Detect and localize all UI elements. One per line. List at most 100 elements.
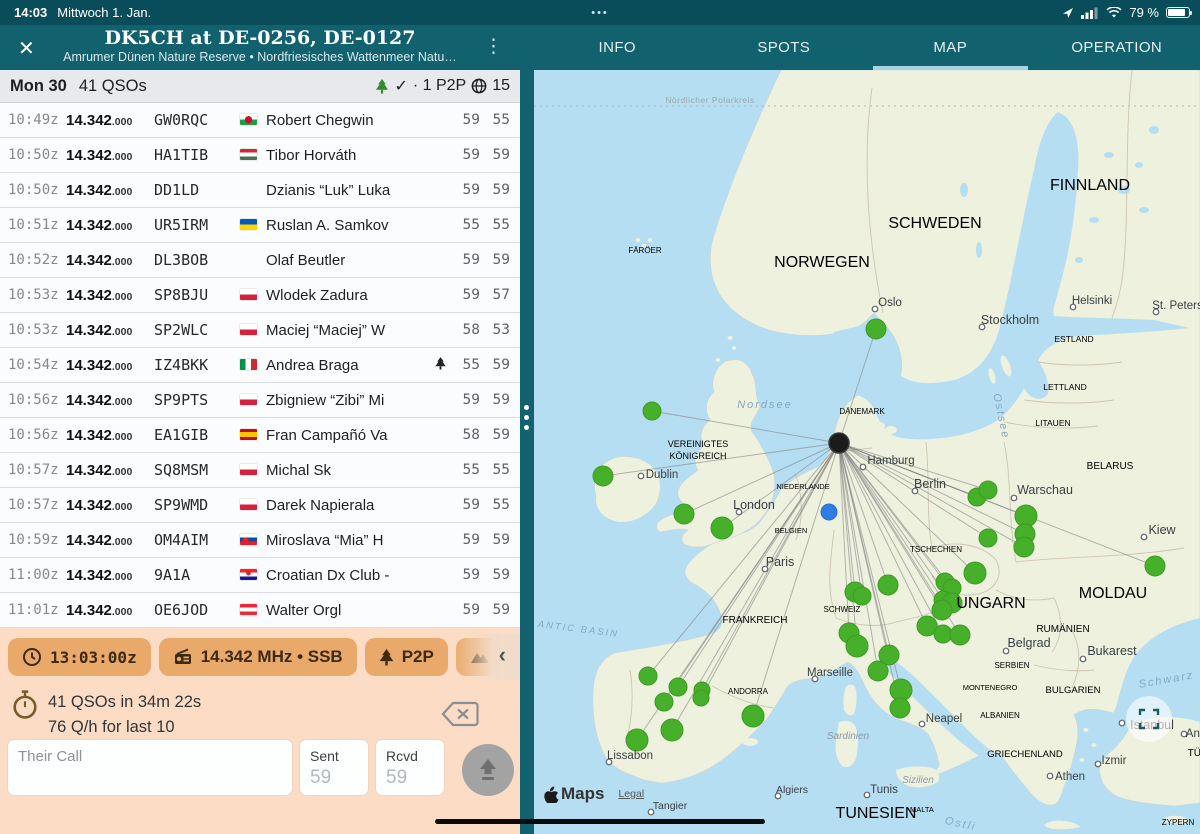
their-call-input[interactable]: Their Call <box>8 740 292 795</box>
qso-contact-marker[interactable] <box>674 504 694 524</box>
map-label: BELARUS <box>1087 461 1134 472</box>
home-indicator[interactable] <box>435 819 765 824</box>
qso-contact-marker[interactable] <box>868 661 888 681</box>
qso-frequency: 14.342.000 <box>66 427 154 444</box>
drag-handle-icon[interactable] <box>524 405 529 430</box>
qso-row[interactable]: 10:59z 14.342.000 OM4AIM Miroslava “Mia”… <box>0 523 520 558</box>
qso-row[interactable]: 10:49z 14.342.000 GW0RQC Robert Chegwin … <box>0 103 520 138</box>
fullscreen-button[interactable] <box>1126 696 1172 742</box>
qso-row[interactable]: 10:57z 14.342.000 SP9WMD Darek Napierala… <box>0 488 520 523</box>
panel-divider[interactable] <box>520 70 534 834</box>
qso-row[interactable]: 10:53z 14.342.000 SP2WLC Maciej “Maciej”… <box>0 313 520 348</box>
pill-13-03-00z[interactable]: 13:03:00z <box>8 638 151 676</box>
qso-rst-sent: 59 <box>450 147 480 163</box>
qso-contact-marker[interactable] <box>655 693 673 711</box>
qso-row[interactable]: 11:00z 14.342.000 9A1A Croatian Dx Club … <box>0 558 520 593</box>
qso-contact-marker[interactable] <box>934 625 952 643</box>
qso-row[interactable]: 10:50z 14.342.000 DD1LD Dzianis “Luk” Lu… <box>0 173 520 208</box>
qso-contact-marker[interactable] <box>742 705 764 727</box>
country-flag-icon <box>240 499 257 510</box>
qso-row[interactable]: 10:53z 14.342.000 SP8BJU Wlodek Zadura 5… <box>0 278 520 313</box>
qso-rst-rcvd: 57 <box>480 287 510 303</box>
qso-time: 10:59z <box>0 532 66 548</box>
station-marker[interactable] <box>829 433 849 453</box>
qso-time: 10:53z <box>0 322 66 338</box>
qso-rst-rcvd: 59 <box>480 532 510 548</box>
log-submit-button[interactable] <box>462 744 514 796</box>
legal-link[interactable]: Legal <box>618 788 644 800</box>
qso-contact-marker[interactable] <box>950 625 970 645</box>
chevron-left-icon[interactable]: ‹ <box>499 642 506 668</box>
qso-rst-sent: 55 <box>450 217 480 233</box>
qso-contact-marker[interactable] <box>979 529 997 547</box>
qso-row[interactable]: 11:01z 14.342.000 OE6JOD Walter Orgl 59 … <box>0 593 520 628</box>
qso-contact-marker[interactable] <box>890 698 910 718</box>
qso-row[interactable]: 10:56z 14.342.000 SP9PTS Zbigniew “Zibi”… <box>0 383 520 418</box>
qso-row[interactable]: 10:57z 14.342.000 SQ8MSM Michal Sk 55 55 <box>0 453 520 488</box>
qso-row[interactable]: 10:54z 14.342.000 IZ4BKK Andrea Braga 55… <box>0 348 520 383</box>
qso-contact-marker[interactable] <box>661 719 683 741</box>
qso-contact-marker[interactable] <box>1145 556 1165 576</box>
radio-icon <box>173 647 193 667</box>
qso-contact-marker[interactable] <box>866 319 886 339</box>
pill-sota[interactable]: SOTA <box>456 638 520 676</box>
qso-contact-marker[interactable] <box>878 575 898 595</box>
qso-contact-marker[interactable] <box>643 402 661 420</box>
qso-operator-name: Zbigniew “Zibi” Mi <box>266 392 430 409</box>
country-flag-icon <box>240 569 257 580</box>
qso-operator-name: Ruslan A. Samkov <box>266 217 430 234</box>
pill-p2p[interactable]: P2P <box>365 638 448 676</box>
qso-row[interactable]: 10:51z 14.342.000 UR5IRM Ruslan A. Samko… <box>0 208 520 243</box>
qso-callsign: OE6JOD <box>154 601 240 619</box>
city-ring-icon <box>864 792 870 798</box>
qso-callsign: OM4AIM <box>154 531 240 549</box>
qso-contact-marker[interactable] <box>964 562 986 584</box>
qso-callsign: IZ4BKK <box>154 356 240 374</box>
kebab-menu-icon[interactable]: ⋮ <box>484 35 503 58</box>
sent-value: 59 <box>310 767 358 789</box>
qso-contact-marker[interactable] <box>853 587 871 605</box>
map-label: London <box>733 498 775 512</box>
qso-time: 10:50z <box>0 147 66 163</box>
map-label: Hamburg <box>867 455 914 467</box>
qso-contact-marker[interactable] <box>932 600 952 620</box>
map-label: SCHWEDEN <box>888 215 981 232</box>
qso-row[interactable]: 10:50z 14.342.000 HA1TIB Tibor Horváth 5… <box>0 138 520 173</box>
map-label: LETTLAND <box>1043 382 1086 392</box>
qso-contact-marker[interactable] <box>693 690 709 706</box>
qso-callsign: SP9PTS <box>154 391 240 409</box>
entry-panel: 13:03:00z14.342 MHz • SSBP2PSOTA ‹ 41 QS… <box>0 628 520 834</box>
map-label: ZYPERN <box>1162 818 1195 827</box>
map-label: Tangier <box>653 800 688 812</box>
qso-contact-marker[interactable] <box>593 466 613 486</box>
qso-contact-marker[interactable] <box>639 667 657 685</box>
tab-map[interactable]: MAP <box>867 25 1034 70</box>
qso-contact-marker[interactable] <box>979 481 997 499</box>
rst-sent-input[interactable]: Sent 59 <box>300 740 368 795</box>
country-flag-icon <box>240 534 257 545</box>
qso-callsign: EA1GIB <box>154 426 240 444</box>
qso-callsign: 9A1A <box>154 566 240 584</box>
qso-contact-marker[interactable] <box>626 729 648 751</box>
qso-frequency: 14.342.000 <box>66 567 154 584</box>
qso-row[interactable]: 10:56z 14.342.000 EA1GIB Fran Campañó Va… <box>0 418 520 453</box>
tab-operation[interactable]: OPERATION <box>1034 25 1200 70</box>
tab-info[interactable]: INFO <box>534 25 701 70</box>
qso-row[interactable]: 10:52z 14.342.000 DL3BOB Olaf Beutler 59… <box>0 243 520 278</box>
tab-spots[interactable]: SPOTS <box>701 25 868 70</box>
backspace-icon[interactable] <box>440 700 480 728</box>
pill-label: 14.342 MHz • SSB <box>201 647 343 667</box>
qso-rst-sent: 59 <box>450 567 480 583</box>
their-call-placeholder: Their Call <box>18 748 282 765</box>
qso-contact-marker[interactable] <box>846 635 868 657</box>
map-label: GRIECHENLAND <box>987 749 1063 760</box>
map-label: FINNLAND <box>1050 177 1130 194</box>
qso-contact-marker[interactable] <box>711 517 733 539</box>
blue-marker[interactable] <box>821 504 837 520</box>
qso-contact-marker[interactable] <box>669 678 687 696</box>
map-view[interactable]: Nördlicher PolarkreisFÄRÖERNORWEGENSCHWE… <box>534 70 1200 834</box>
qso-contact-marker[interactable] <box>1014 537 1034 557</box>
dx-count: 15 <box>492 77 510 95</box>
rst-rcvd-input[interactable]: Rcvd 59 <box>376 740 444 795</box>
pill-14-342-mhz-ssb[interactable]: 14.342 MHz • SSB <box>159 638 357 676</box>
